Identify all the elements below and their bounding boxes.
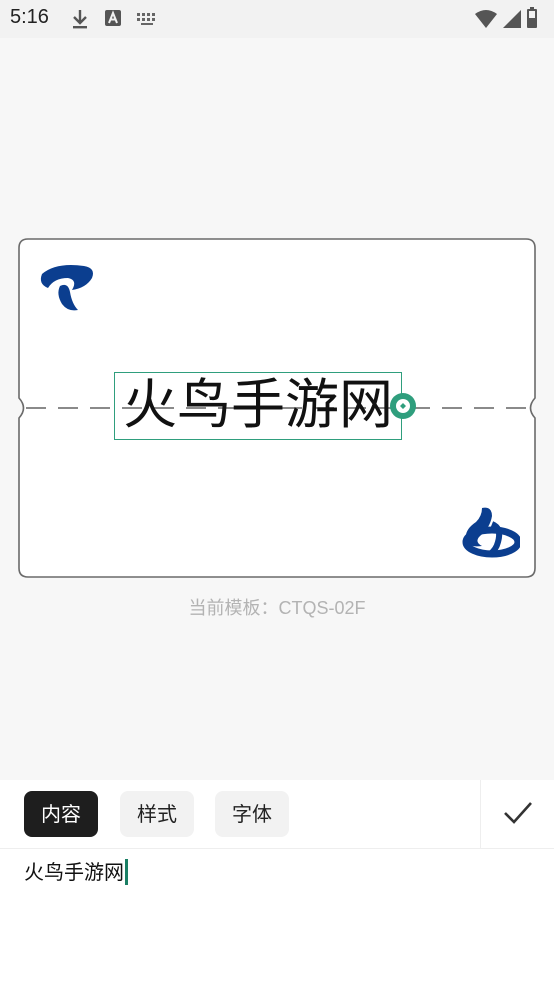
tab-style[interactable]: 样式 (120, 791, 194, 837)
tab-font[interactable]: 字体 (215, 791, 289, 837)
status-time: 5:16 (10, 6, 49, 28)
status-bar: 5:16 (0, 0, 554, 38)
signal-icon (502, 9, 522, 33)
font-a-icon (104, 8, 122, 32)
resize-arrows-icon (396, 399, 410, 413)
label-text: 火鸟手游网 (123, 373, 393, 436)
label-text-element[interactable]: 火鸟手游网 (114, 372, 402, 440)
editor-tabs: 内容 样式 字体 (0, 780, 554, 849)
confirm-button[interactable] (480, 780, 554, 848)
tab-content[interactable]: 内容 (24, 791, 98, 837)
text-cursor (125, 859, 128, 885)
china-telecom-emblem (462, 507, 520, 558)
check-icon (504, 802, 532, 824)
resize-handle[interactable] (390, 393, 416, 419)
battery-icon (526, 7, 538, 33)
download-icon (70, 8, 90, 34)
content-text-input[interactable]: 火鸟手游网 (24, 858, 128, 886)
editor-panel: 内容 样式 字体 火鸟手游网 (0, 780, 554, 984)
content-input-value: 火鸟手游网 (24, 860, 124, 884)
label-canvas: 火鸟手游网 当前模板：CTQS-02F (0, 38, 554, 780)
china-telecom-logo (40, 265, 93, 311)
template-caption: 当前模板：CTQS-02F (188, 598, 366, 618)
keyboard-icon (136, 11, 158, 30)
wifi-icon (474, 9, 498, 33)
